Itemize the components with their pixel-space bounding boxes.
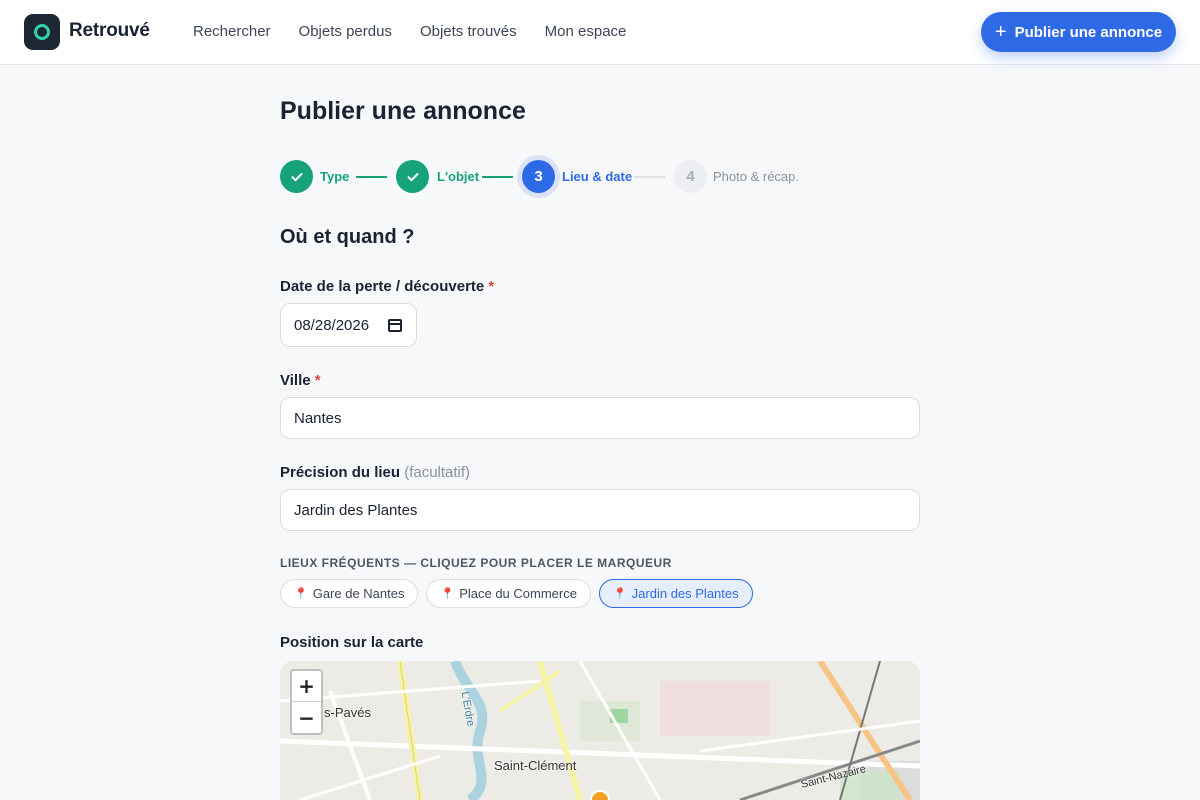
map-place-label: s-Pavés: [324, 705, 371, 720]
pin-icon: 📍: [440, 588, 455, 600]
step-connector: [634, 176, 665, 178]
frequent-places-label: LIEUX FRÉQUENTS — CLIQUEZ POUR PLACER LE…: [280, 556, 672, 570]
step-connector: [356, 176, 387, 178]
step-2-check-icon: [396, 160, 429, 193]
section-title: Où et quand ?: [280, 226, 415, 248]
zoom-control: + −: [290, 669, 323, 735]
city-input[interactable]: [280, 397, 920, 439]
nav-rechercher[interactable]: Rechercher: [193, 23, 271, 40]
nav-objets-perdus[interactable]: Objets perdus: [299, 23, 392, 40]
date-input[interactable]: 08/28/2026: [280, 303, 417, 347]
date-value: 08/28/2026: [294, 316, 370, 334]
chip-place-du-commerce[interactable]: 📍 Place du Commerce: [426, 579, 591, 608]
nav-objets-trouves[interactable]: Objets trouvés: [420, 23, 517, 40]
calendar-icon[interactable]: [388, 319, 402, 332]
step-1-label: Type: [320, 169, 350, 184]
step-4-number: 4: [674, 160, 707, 193]
chip-gare-de-nantes[interactable]: 📍 Gare de Nantes: [280, 579, 419, 608]
pin-icon: 📍: [612, 588, 627, 600]
step-2-label: L'objet: [437, 169, 480, 184]
zoom-in-button[interactable]: +: [292, 671, 321, 702]
place-label: Précision du lieu (facultatif): [280, 464, 471, 481]
main-nav: Rechercher Objets perdus Objets trouvés …: [193, 23, 626, 40]
page-title: Publier une annonce: [280, 97, 526, 125]
step-3-label: Lieu & date: [562, 169, 633, 184]
publish-button-label: Publier une annonce: [1014, 23, 1163, 41]
step-3-number: 3: [522, 160, 555, 193]
publish-button[interactable]: + Publier une annonce: [981, 12, 1176, 52]
plus-icon: +: [994, 21, 1007, 43]
zoom-out-button[interactable]: −: [292, 702, 321, 733]
step-1-check-icon: [280, 160, 313, 193]
step-connector: [482, 176, 513, 178]
place-input[interactable]: [280, 489, 920, 531]
map-label: Position sur la carte: [280, 634, 424, 651]
logo-icon[interactable]: [24, 14, 60, 50]
map-place-label: Saint-Clément: [494, 758, 577, 773]
step-4-label: Photo & récap.: [713, 169, 799, 184]
stepper: Type L'objet 3 Lieu & date 4 Photo & réc…: [280, 160, 920, 193]
nav-mon-espace[interactable]: Mon espace: [545, 23, 627, 40]
frequent-places-chips: 📍 Gare de Nantes 📍 Place du Commerce 📍 Jard…: [280, 579, 753, 608]
chip-jardin-des-plantes[interactable]: 📍 Jardin des Plantes: [598, 579, 753, 608]
top-bar: Retrouvé Rechercher Objets perdus Objets…: [0, 0, 1200, 65]
pin-icon: 📍: [294, 588, 308, 600]
date-label: Date de la perte / découverte *: [280, 278, 495, 295]
brand-name[interactable]: Retrouvé: [69, 20, 150, 42]
city-label: Ville *: [280, 372, 321, 389]
location-map[interactable]: + − s-Pavés Saint-Clément L'Erdre Saint-…: [280, 661, 920, 800]
